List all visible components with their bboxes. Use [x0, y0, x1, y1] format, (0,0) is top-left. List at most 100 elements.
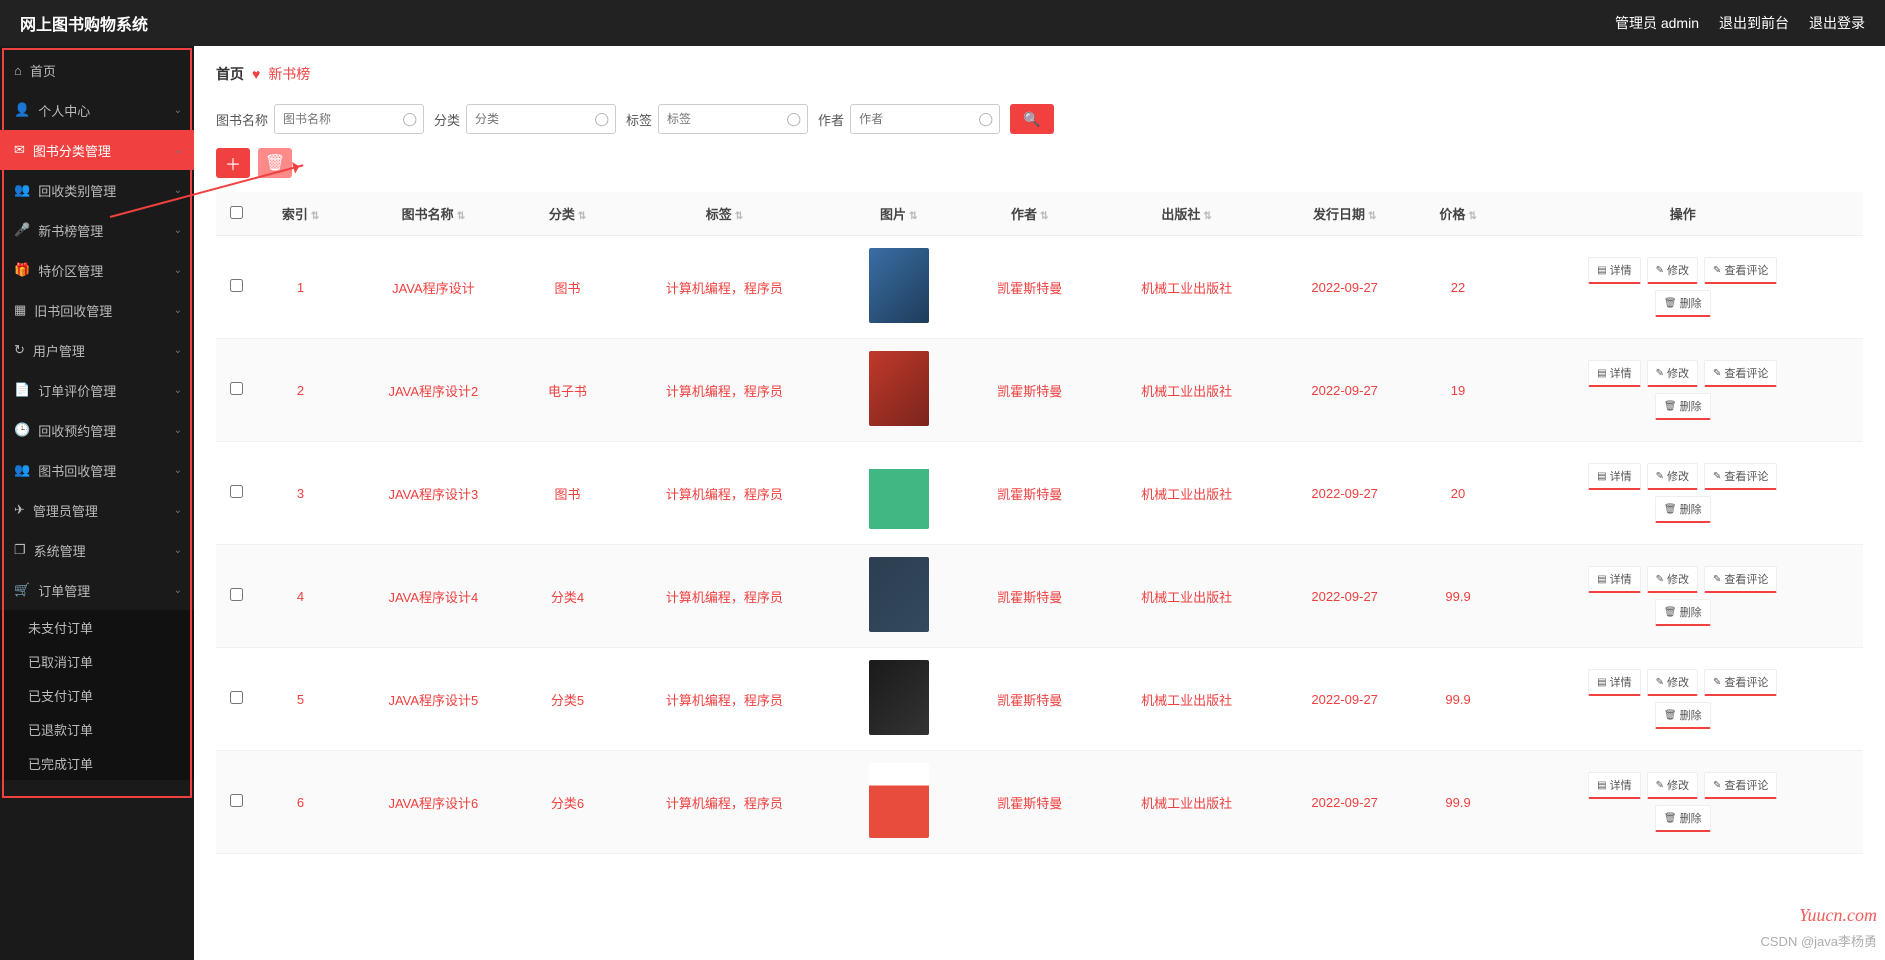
- col-header-9: 价格⇅: [1413, 192, 1502, 236]
- select-all-checkbox[interactable]: [230, 206, 243, 219]
- detail-button[interactable]: ▤详情: [1588, 257, 1640, 284]
- row-checkbox[interactable]: [230, 794, 243, 807]
- detail-button[interactable]: ▤详情: [1588, 772, 1640, 799]
- sort-icon[interactable]: ⇅: [457, 211, 465, 222]
- chevron-down-icon: ⌄: [174, 585, 182, 596]
- sort-icon[interactable]: ⇅: [311, 211, 319, 222]
- sidebar-item-2[interactable]: ✉图书分类管理⌄: [0, 130, 194, 170]
- delete-button[interactable]: 🗑删除: [1655, 805, 1711, 832]
- top-bar: 网上图书购物系统 管理员 admin 退出到前台 退出登录: [0, 0, 1885, 46]
- col-header-2: 图书名称⇅: [345, 192, 522, 236]
- chevron-down-icon: ⌄: [174, 145, 182, 156]
- logout-link[interactable]: 退出登录: [1809, 13, 1865, 33]
- edit-button[interactable]: ✎修改: [1647, 669, 1698, 696]
- clear-icon[interactable]: ◯: [979, 111, 994, 127]
- sidebar-sub-1[interactable]: 已取消订单: [28, 644, 194, 678]
- edit-button[interactable]: ✎修改: [1647, 257, 1698, 284]
- sidebar-item-7[interactable]: ↻用户管理⌄: [0, 330, 194, 370]
- comments-button[interactable]: ✎查看评论: [1704, 772, 1777, 799]
- comments-button[interactable]: ✎查看评论: [1704, 360, 1777, 387]
- sort-icon[interactable]: ⇅: [1203, 211, 1211, 222]
- cell-img: [835, 442, 962, 545]
- sidebar-item-8[interactable]: 📄订单评价管理⌄: [0, 370, 194, 410]
- add-button[interactable]: ＋: [216, 148, 250, 178]
- detail-button[interactable]: ▤详情: [1588, 669, 1640, 696]
- cell-cat: 分类4: [522, 545, 614, 648]
- sort-icon[interactable]: ⇅: [1040, 211, 1048, 222]
- comments-button[interactable]: ✎查看评论: [1704, 669, 1777, 696]
- chevron-down-icon: ⌄: [174, 305, 182, 316]
- comment-icon: ✎: [1713, 574, 1721, 585]
- edit-icon: ✎: [1656, 574, 1664, 585]
- delete-button[interactable]: 🗑删除: [1655, 496, 1711, 523]
- sidebar-item-4[interactable]: 🎤新书榜管理⌄: [0, 210, 194, 250]
- sidebar-item-10[interactable]: 👥图书回收管理⌄: [0, 450, 194, 490]
- cell-pub: 机械工业出版社: [1097, 648, 1276, 751]
- sidebar-sub-4[interactable]: 已完成订单: [28, 746, 194, 780]
- trash-icon: 🗑: [1664, 504, 1677, 515]
- sidebar-sub-0[interactable]: 未支付订单: [28, 610, 194, 644]
- edit-button[interactable]: ✎修改: [1647, 463, 1698, 490]
- clear-icon[interactable]: ◯: [402, 111, 417, 127]
- col-header-4: 标签⇅: [613, 192, 835, 236]
- delete-button[interactable]: 🗑删除: [1655, 599, 1711, 626]
- sidebar-item-5[interactable]: 🎁特价区管理⌄: [0, 250, 194, 290]
- sidebar-item-label: 个人中心: [38, 101, 90, 120]
- cell-cat: 分类5: [522, 648, 614, 751]
- search-icon: 🔍: [1023, 111, 1040, 128]
- delete-button[interactable]: 🗑删除: [1655, 393, 1711, 420]
- col-label: 出版社: [1161, 207, 1200, 222]
- sidebar-item-11[interactable]: ✈管理员管理⌄: [0, 490, 194, 530]
- row-checkbox[interactable]: [230, 382, 243, 395]
- clear-icon[interactable]: ◯: [786, 111, 801, 127]
- sidebar-item-13[interactable]: 🛒订单管理⌄: [0, 570, 194, 610]
- category-label: 分类: [434, 110, 460, 129]
- detail-button[interactable]: ▤详情: [1588, 360, 1640, 387]
- sort-icon[interactable]: ⇅: [578, 211, 586, 222]
- edit-button[interactable]: ✎修改: [1647, 360, 1698, 387]
- trash-icon: 🗑: [1664, 607, 1677, 618]
- edit-button[interactable]: ✎修改: [1647, 566, 1698, 593]
- book-thumb: [869, 351, 929, 426]
- row-checkbox[interactable]: [230, 279, 243, 292]
- sidebar-sub-2[interactable]: 已支付订单: [28, 678, 194, 712]
- sort-icon[interactable]: ⇅: [1468, 211, 1476, 222]
- crumb-home[interactable]: 首页: [216, 64, 244, 84]
- sidebar-item-3[interactable]: 👥回收类别管理⌄: [0, 170, 194, 210]
- cell-idx: 5: [256, 648, 345, 751]
- delete-button[interactable]: 🗑删除: [1655, 702, 1711, 729]
- sidebar-sub-3[interactable]: 已退款订单: [28, 712, 194, 746]
- sidebar-item-label: 旧书回收管理: [34, 301, 112, 320]
- comments-button[interactable]: ✎查看评论: [1704, 566, 1777, 593]
- sidebar-item-label: 回收类别管理: [38, 181, 116, 200]
- row-checkbox[interactable]: [230, 691, 243, 704]
- detail-button[interactable]: ▤详情: [1588, 463, 1640, 490]
- delete-button[interactable]: 🗑删除: [1655, 290, 1711, 317]
- sidebar-item-9[interactable]: 🕒回收预约管理⌄: [0, 410, 194, 450]
- search-button[interactable]: 🔍: [1010, 104, 1054, 134]
- edit-button[interactable]: ✎修改: [1647, 772, 1698, 799]
- chevron-down-icon: ⌄: [174, 265, 182, 276]
- sidebar-item-6[interactable]: ▦旧书回收管理⌄: [0, 290, 194, 330]
- sort-icon[interactable]: ⇅: [909, 211, 917, 222]
- sort-icon[interactable]: ⇅: [1368, 211, 1376, 222]
- cell-author: 凯霍斯特曼: [962, 236, 1097, 339]
- sidebar-item-0[interactable]: ⌂首页: [0, 50, 194, 90]
- cell-cat: 电子书: [522, 339, 614, 442]
- sidebar-item-1[interactable]: 👤个人中心⌄: [0, 90, 194, 130]
- comment-icon: ✎: [1713, 471, 1721, 482]
- detail-button[interactable]: ▤详情: [1588, 566, 1640, 593]
- trash-icon: 🗑: [1664, 710, 1677, 721]
- comments-button[interactable]: ✎查看评论: [1704, 257, 1777, 284]
- to-front-link[interactable]: 退出到前台: [1719, 13, 1789, 33]
- gift-icon: 🎁: [14, 262, 30, 278]
- clear-icon[interactable]: ◯: [594, 111, 609, 127]
- row-checkbox[interactable]: [230, 588, 243, 601]
- toolbar: ＋ 🗑: [216, 148, 1863, 178]
- comments-button[interactable]: ✎查看评论: [1704, 463, 1777, 490]
- row-checkbox[interactable]: [230, 485, 243, 498]
- sort-icon[interactable]: ⇅: [735, 211, 743, 222]
- admin-label[interactable]: 管理员 admin: [1615, 13, 1699, 33]
- sidebar-item-12[interactable]: ❐系统管理⌄: [0, 530, 194, 570]
- col-header-8: 发行日期⇅: [1276, 192, 1414, 236]
